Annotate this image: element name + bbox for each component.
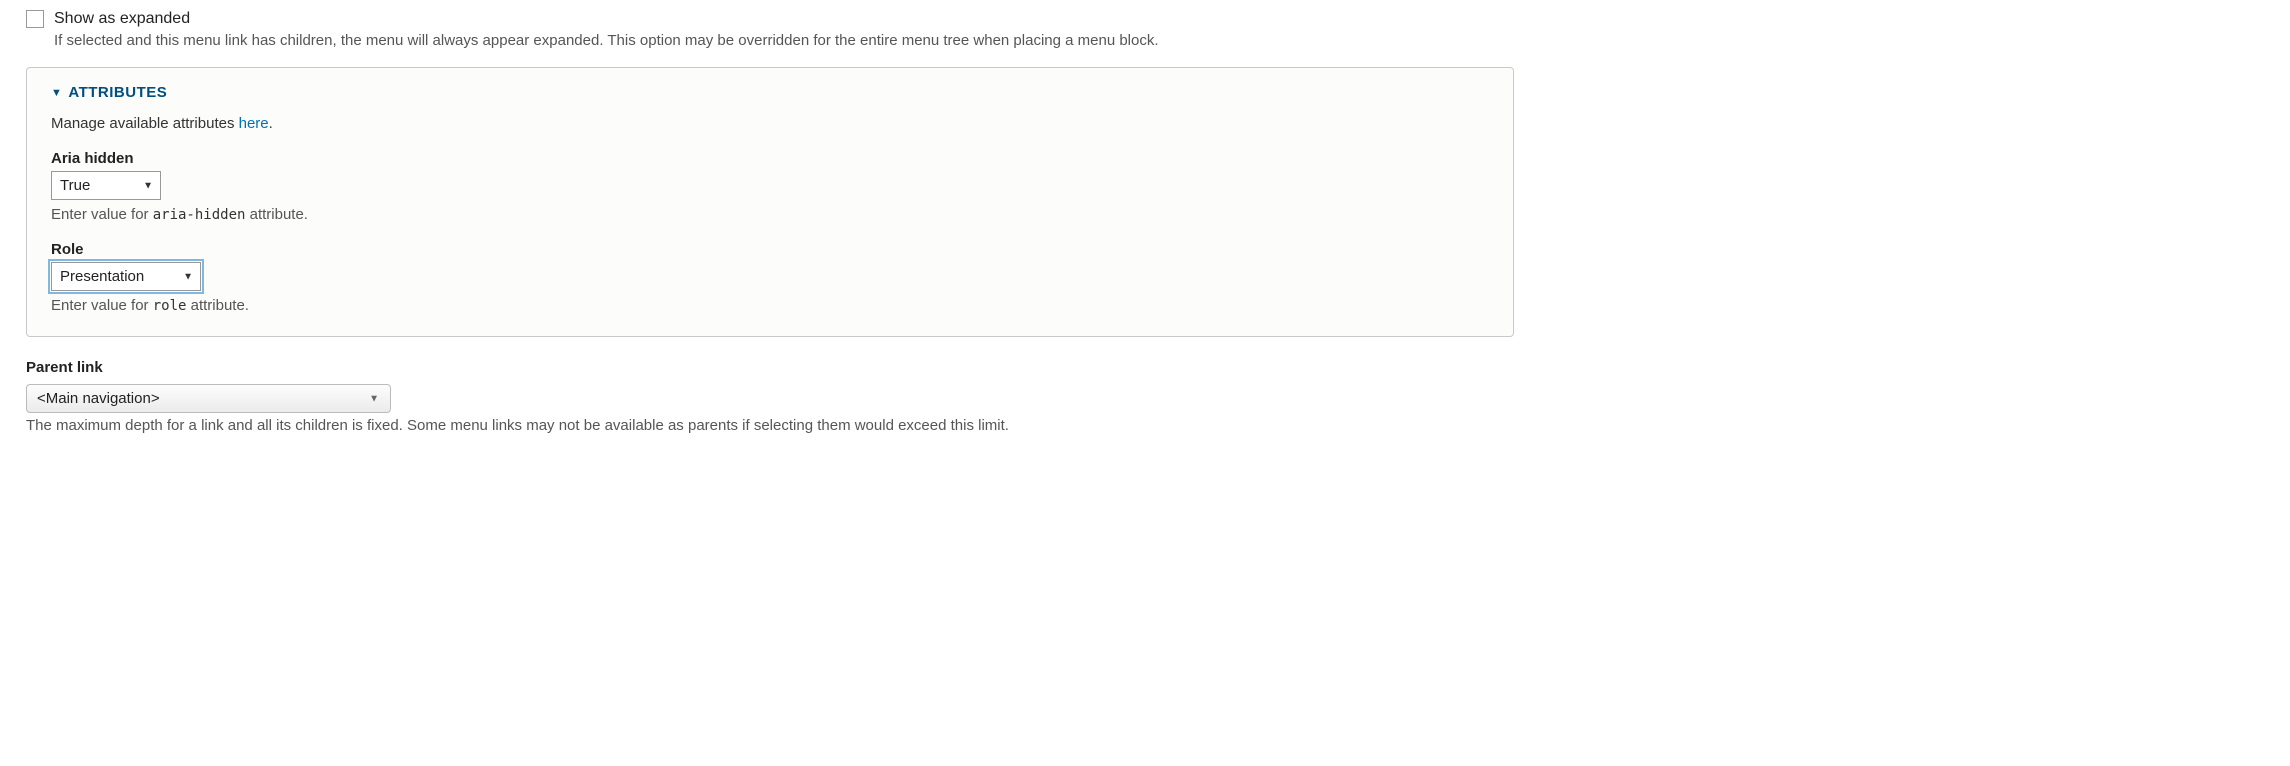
attributes-intro: Manage available attributes here.	[51, 115, 1489, 132]
attributes-intro-suffix: .	[269, 115, 273, 132]
show-as-expanded-row[interactable]: Show as expanded	[26, 10, 1514, 28]
parent-link-select[interactable]: <Main navigation>	[26, 384, 391, 413]
role-select-wrapper: Presentation ▼	[51, 262, 201, 291]
attributes-legend-text: ATTRIBUTES	[68, 84, 167, 101]
role-helper: Enter value for role attribute.	[51, 297, 1489, 314]
role-code: role	[153, 298, 187, 314]
attributes-fieldset: ▼ ATTRIBUTES Manage available attributes…	[26, 67, 1514, 337]
attributes-manage-link[interactable]: here	[239, 115, 269, 132]
show-as-expanded-label: Show as expanded	[54, 10, 190, 28]
parent-link-description: The maximum depth for a link and all its…	[26, 417, 1514, 434]
role-label: Role	[51, 241, 1489, 258]
show-as-expanded-checkbox[interactable]	[26, 10, 44, 28]
disclosure-triangle-icon: ▼	[51, 87, 62, 99]
attributes-legend-toggle[interactable]: ▼ ATTRIBUTES	[51, 84, 1489, 101]
aria-hidden-select[interactable]: True	[51, 171, 161, 200]
parent-link-select-wrapper: <Main navigation> ▼	[26, 384, 391, 413]
show-as-expanded-description: If selected and this menu link has child…	[54, 32, 1514, 49]
role-select[interactable]: Presentation	[51, 262, 201, 291]
parent-link-label: Parent link	[26, 359, 1514, 376]
attributes-intro-prefix: Manage available attributes	[51, 115, 239, 132]
aria-hidden-label: Aria hidden	[51, 150, 1489, 167]
aria-hidden-helper: Enter value for aria-hidden attribute.	[51, 206, 1489, 223]
aria-hidden-code: aria-hidden	[153, 207, 246, 223]
aria-hidden-select-wrapper: True ▼	[51, 171, 161, 200]
